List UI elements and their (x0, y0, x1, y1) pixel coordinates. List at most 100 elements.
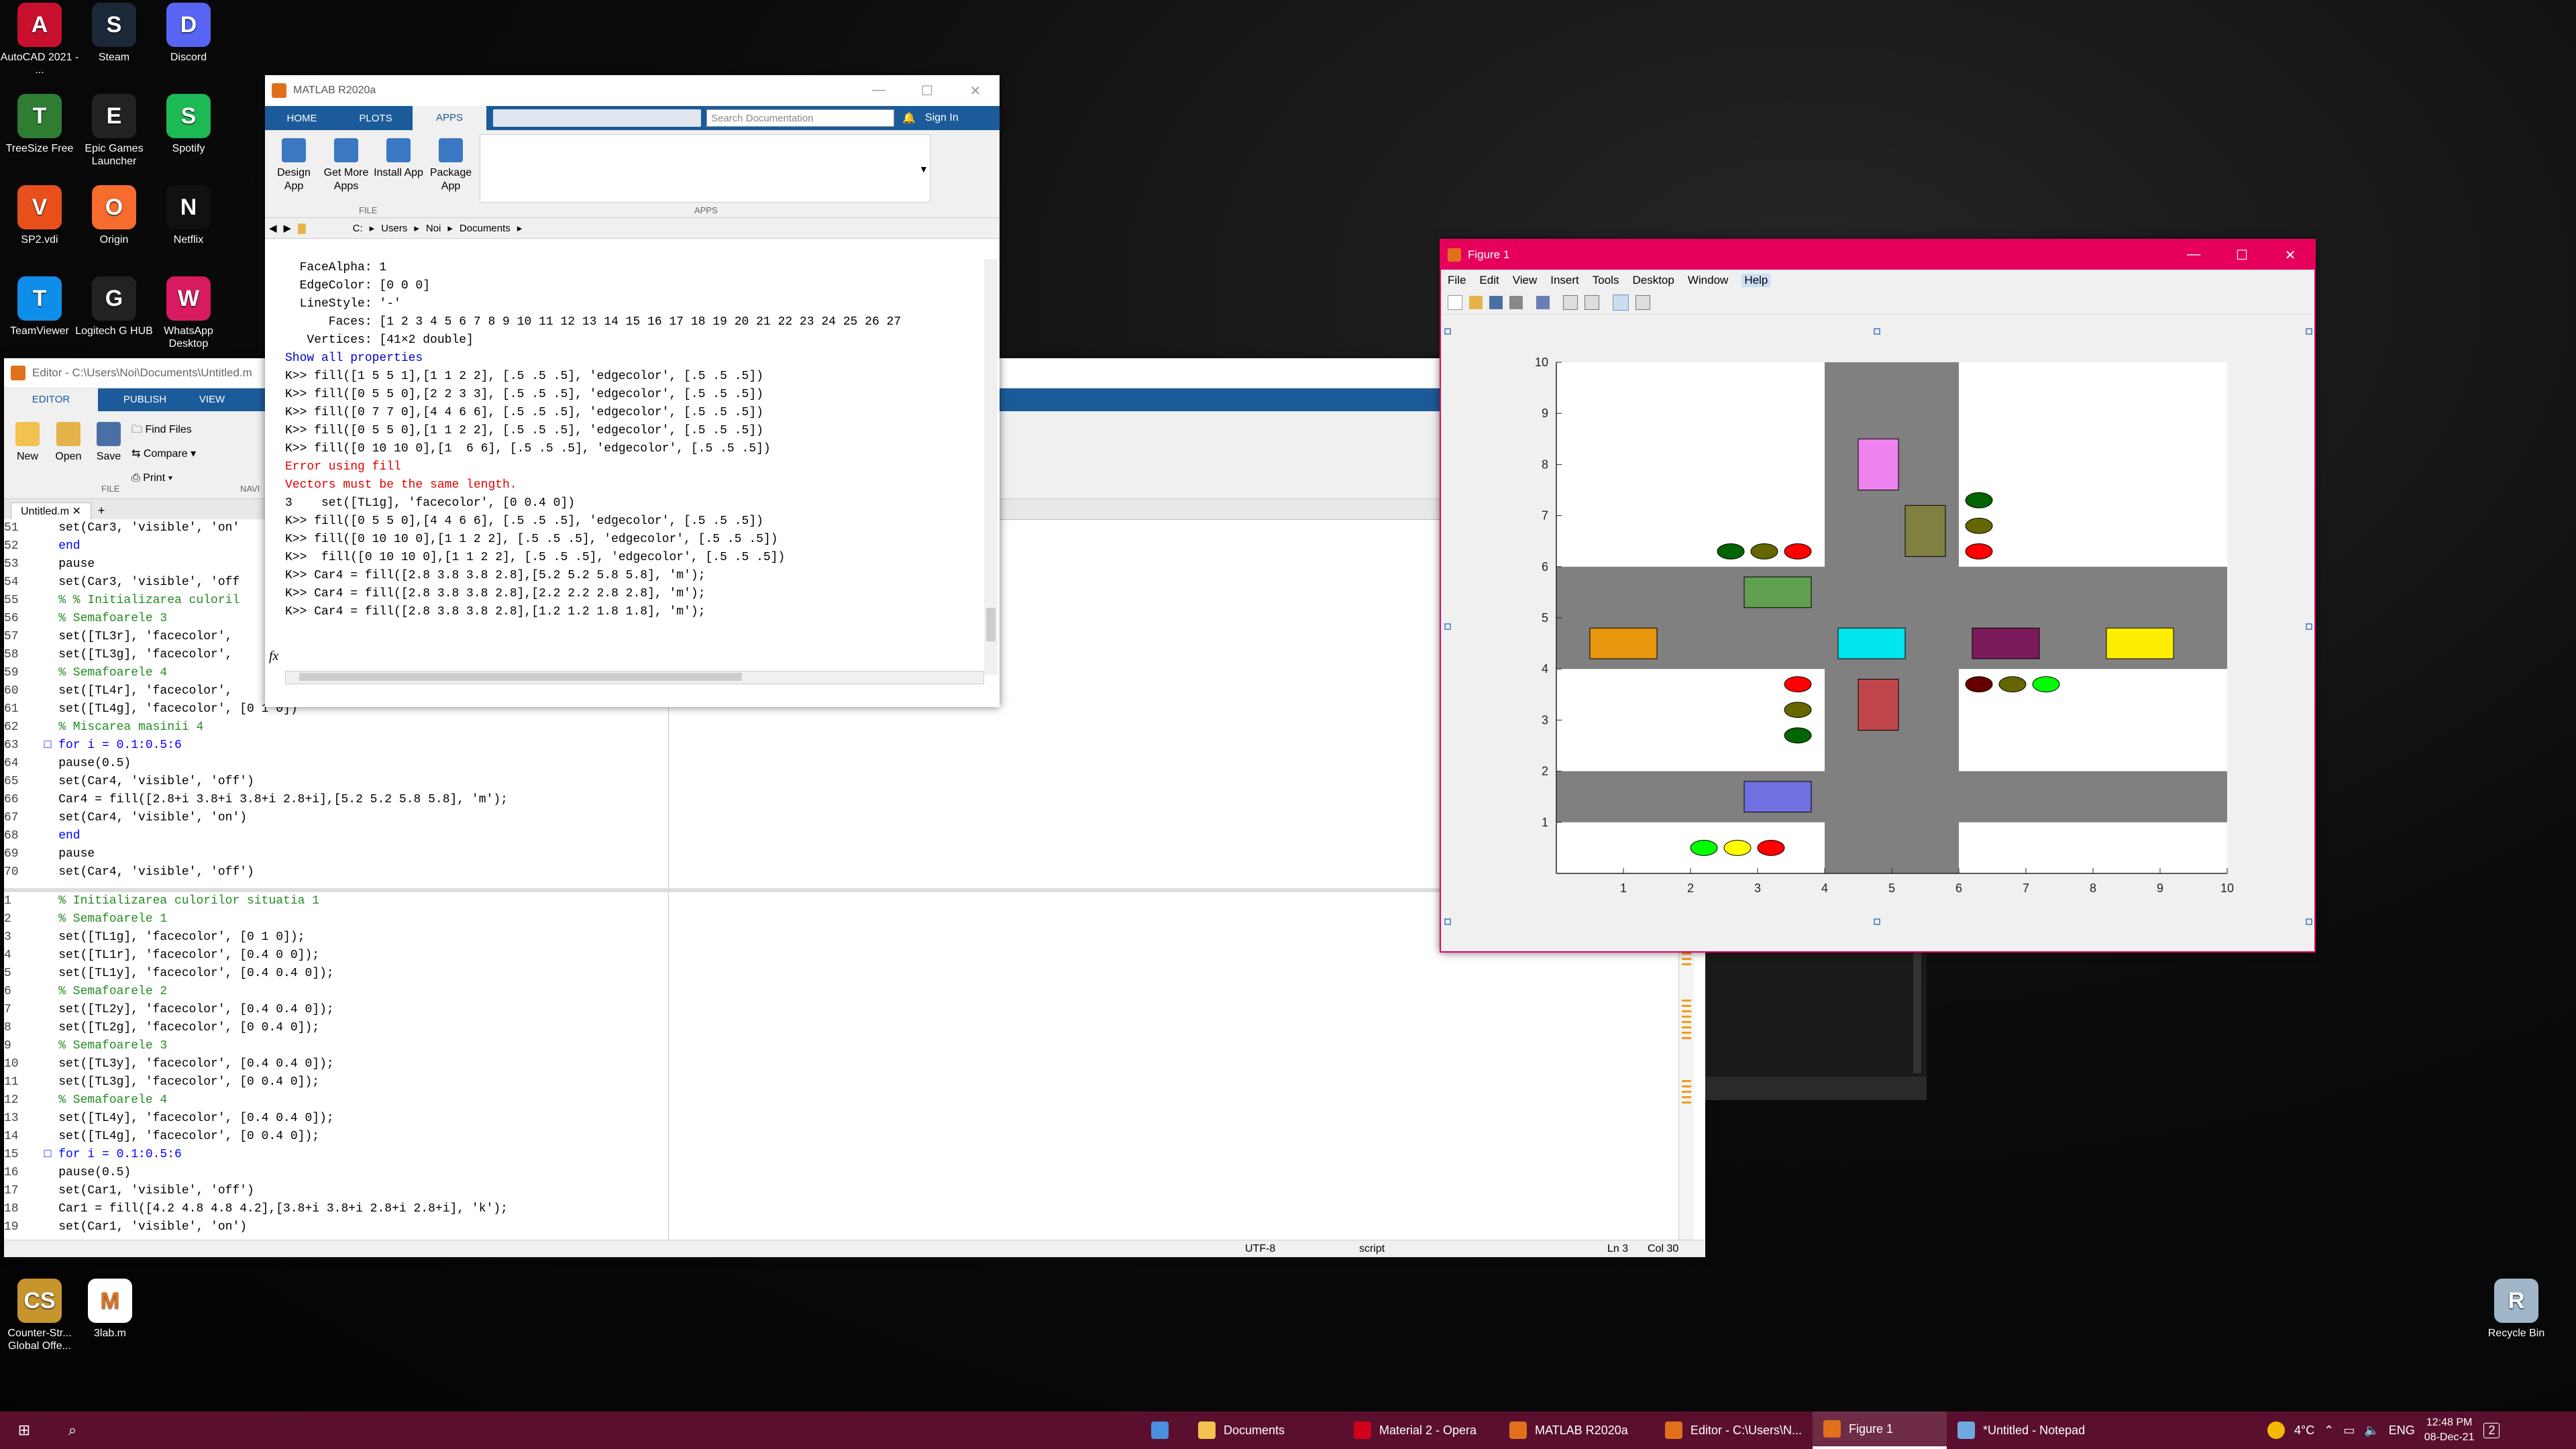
gallery-expand-icon[interactable]: ▼ (919, 164, 928, 174)
apps-button[interactable]: Design App (269, 138, 319, 193)
tab-apps[interactable]: APPS (413, 106, 486, 130)
open-button[interactable]: Open (50, 422, 87, 464)
car (1858, 438, 1899, 490)
figure-menu-help[interactable]: Help (1741, 274, 1771, 287)
desktop-icon[interactable]: E Epic Games Launcher (74, 94, 154, 168)
figure-menu-desktop[interactable]: Desktop (1632, 274, 1674, 287)
desktop-icon[interactable]: S Spotify (149, 94, 228, 155)
desktop-icon[interactable]: R Recycle Bin (2477, 1279, 2556, 1340)
code-line: 16 pause(0.5) (4, 1164, 668, 1182)
save-button[interactable]: Save (90, 422, 127, 464)
desktop-icon[interactable]: S Steam (74, 3, 154, 64)
command-window[interactable]: FaceAlpha: 1 EdgeColor: [0 0 0] LineStyl… (285, 259, 983, 675)
desktop-icon[interactable]: T TreeSize Free (0, 94, 79, 155)
figure-menu-tools[interactable]: Tools (1593, 274, 1619, 287)
apps-gallery[interactable] (480, 134, 930, 203)
weather-icon[interactable] (2267, 1421, 2285, 1439)
apps-button[interactable]: Get More Apps (321, 138, 371, 193)
start-button[interactable]: ⊞ (0, 1411, 48, 1449)
notification-icon[interactable]: 2 (2483, 1422, 2500, 1438)
folder-icon[interactable]: ▇ (298, 222, 306, 234)
desktop-icon[interactable]: V SP2.vdi (0, 185, 79, 246)
network-icon[interactable]: ▭ (2343, 1424, 2355, 1438)
desktop-icon[interactable]: D Discord (149, 3, 228, 64)
tab-plots[interactable]: PLOTS (339, 113, 413, 124)
path-documents[interactable]: Documents (460, 223, 511, 234)
bell-icon[interactable]: 🔔 (902, 111, 916, 125)
file-tab[interactable]: Untitled.m ✕ (11, 502, 91, 519)
code-text: set([TL4g], 'facecolor', [0 0.4 0]); (30, 1130, 320, 1143)
new-figure-icon[interactable] (1448, 295, 1462, 310)
speaker-icon[interactable]: 🔈 (2364, 1424, 2379, 1438)
figure-menu-edit[interactable]: Edit (1479, 274, 1499, 287)
minimize-button[interactable]: — (855, 83, 903, 99)
search-documentation-input[interactable]: Search Documentation (706, 109, 894, 127)
quick-access-toolbar[interactable] (493, 109, 701, 127)
path-c[interactable]: C: (353, 223, 363, 234)
horizontal-scrollbar[interactable] (285, 671, 984, 684)
path-bar[interactable]: ◀ ▶ ▇ C: ▸ Users ▸ Noi ▸ Documents ▸ (265, 218, 1000, 239)
figure-titlebar[interactable]: Figure 1 — ☐ ✕ (1441, 240, 2314, 270)
language-indicator[interactable]: ENG (2389, 1424, 2415, 1438)
tab-publish[interactable]: PUBLISH (98, 388, 192, 411)
code-pane-bottom[interactable]: 1 % Initializarea culorilor situatia 12 … (4, 892, 669, 1241)
compare-button[interactable]: ⇆ Compare ▾ (131, 442, 196, 466)
tray-chevron-icon[interactable]: ⌃ (2324, 1424, 2334, 1438)
desktop-icon[interactable]: CS Counter-Str... Global Offe... (0, 1279, 79, 1352)
taskbar-window-button[interactable]: Documents (1187, 1411, 1343, 1449)
find-files-button[interactable]: 🗀 Find Files (131, 418, 196, 442)
figure-menu-insert[interactable]: Insert (1550, 274, 1579, 287)
print-button[interactable]: ⎙ Print ▾ (131, 466, 196, 490)
apps-button[interactable]: Package App (426, 138, 476, 193)
close-button[interactable]: ✕ (951, 83, 1000, 99)
matlab-tabstrip: HOME PLOTS APPS Search Documentation 🔔 S… (265, 106, 1000, 130)
forward-arrow-icon[interactable]: ▶ (284, 222, 292, 234)
search-button[interactable]: ⌕ (48, 1411, 97, 1449)
figure-axes-canvas[interactable]: 1 2 3 4 5 6 7 8 9 10 1 2 3 4 5 6 7 8 9 10 (1441, 315, 2313, 939)
pointer-icon[interactable] (1613, 294, 1629, 311)
sign-in-link[interactable]: Sign In (925, 112, 959, 124)
tab-editor[interactable]: EDITOR (4, 388, 98, 411)
path-users[interactable]: Users (381, 223, 407, 234)
figure-maximize-button[interactable]: ☐ (2218, 247, 2266, 264)
desktop-icon[interactable]: N Netflix (149, 185, 228, 246)
open-file-icon[interactable] (1469, 296, 1483, 309)
figure-minimize-button[interactable]: — (2169, 247, 2218, 264)
figure-menu-view[interactable]: View (1513, 274, 1538, 287)
new-button[interactable]: New (11, 422, 44, 464)
tab-home[interactable]: HOME (265, 113, 339, 124)
taskbar-windows: Documents Material 2 - Opera MATLAB R2020a… (1187, 1411, 2102, 1449)
legend-icon[interactable] (1585, 295, 1599, 310)
desktop-icon[interactable]: G Logitech G HUB (74, 276, 154, 337)
code-line: 63 □ for i = 0.1:0.5:6 (4, 737, 668, 755)
desktop-icon[interactable]: W WhatsApp Desktop (149, 276, 228, 350)
vertical-scrollbar[interactable] (984, 259, 998, 675)
desktop-icon[interactable]: A AutoCAD 2021 - ... (0, 3, 79, 76)
desktop-icon[interactable]: M 3lab.m (70, 1279, 150, 1340)
desktop-icon[interactable]: T TeamViewer (0, 276, 79, 337)
taskbar-app-1[interactable] (1140, 1411, 1179, 1449)
print-figure-icon[interactable] (1509, 296, 1523, 309)
figure-menu-window[interactable]: Window (1688, 274, 1728, 287)
maximize-button[interactable]: ☐ (903, 83, 951, 99)
tab-view[interactable]: VIEW (192, 388, 232, 411)
taskbar-window-button[interactable]: MATLAB R2020a (1499, 1411, 1654, 1449)
path-noi[interactable]: Noi (426, 223, 441, 234)
taskbar-window-button[interactable]: Figure 1 (1813, 1411, 1947, 1449)
apps-button[interactable]: Install App (374, 138, 423, 193)
matlab-titlebar[interactable]: MATLAB R2020a — ☐ ✕ (265, 75, 1000, 106)
desktop-icon[interactable]: O Origin (74, 185, 154, 246)
clock[interactable]: 12:48 PM 08-Dec-21 (2424, 1415, 2475, 1445)
taskbar-window-button[interactable]: *Untitled - Notepad (1947, 1411, 2102, 1449)
save-figure-icon[interactable] (1489, 296, 1503, 309)
plot-tools-icon[interactable] (1635, 295, 1650, 310)
colorbar-icon[interactable] (1563, 295, 1578, 310)
link-plot-icon[interactable] (1536, 296, 1550, 309)
figure-menu-file[interactable]: File (1448, 274, 1466, 287)
taskbar-window-button[interactable]: Editor - C:\Users\N... (1654, 1411, 1813, 1449)
back-arrow-icon[interactable]: ◀ (269, 222, 277, 234)
add-tab-button[interactable]: + (91, 502, 112, 519)
taskbar-window-button[interactable]: Material 2 - Opera (1343, 1411, 1499, 1449)
figure-close-button[interactable]: ✕ (2266, 247, 2314, 264)
weather-temp[interactable]: 4°C (2294, 1424, 2314, 1438)
